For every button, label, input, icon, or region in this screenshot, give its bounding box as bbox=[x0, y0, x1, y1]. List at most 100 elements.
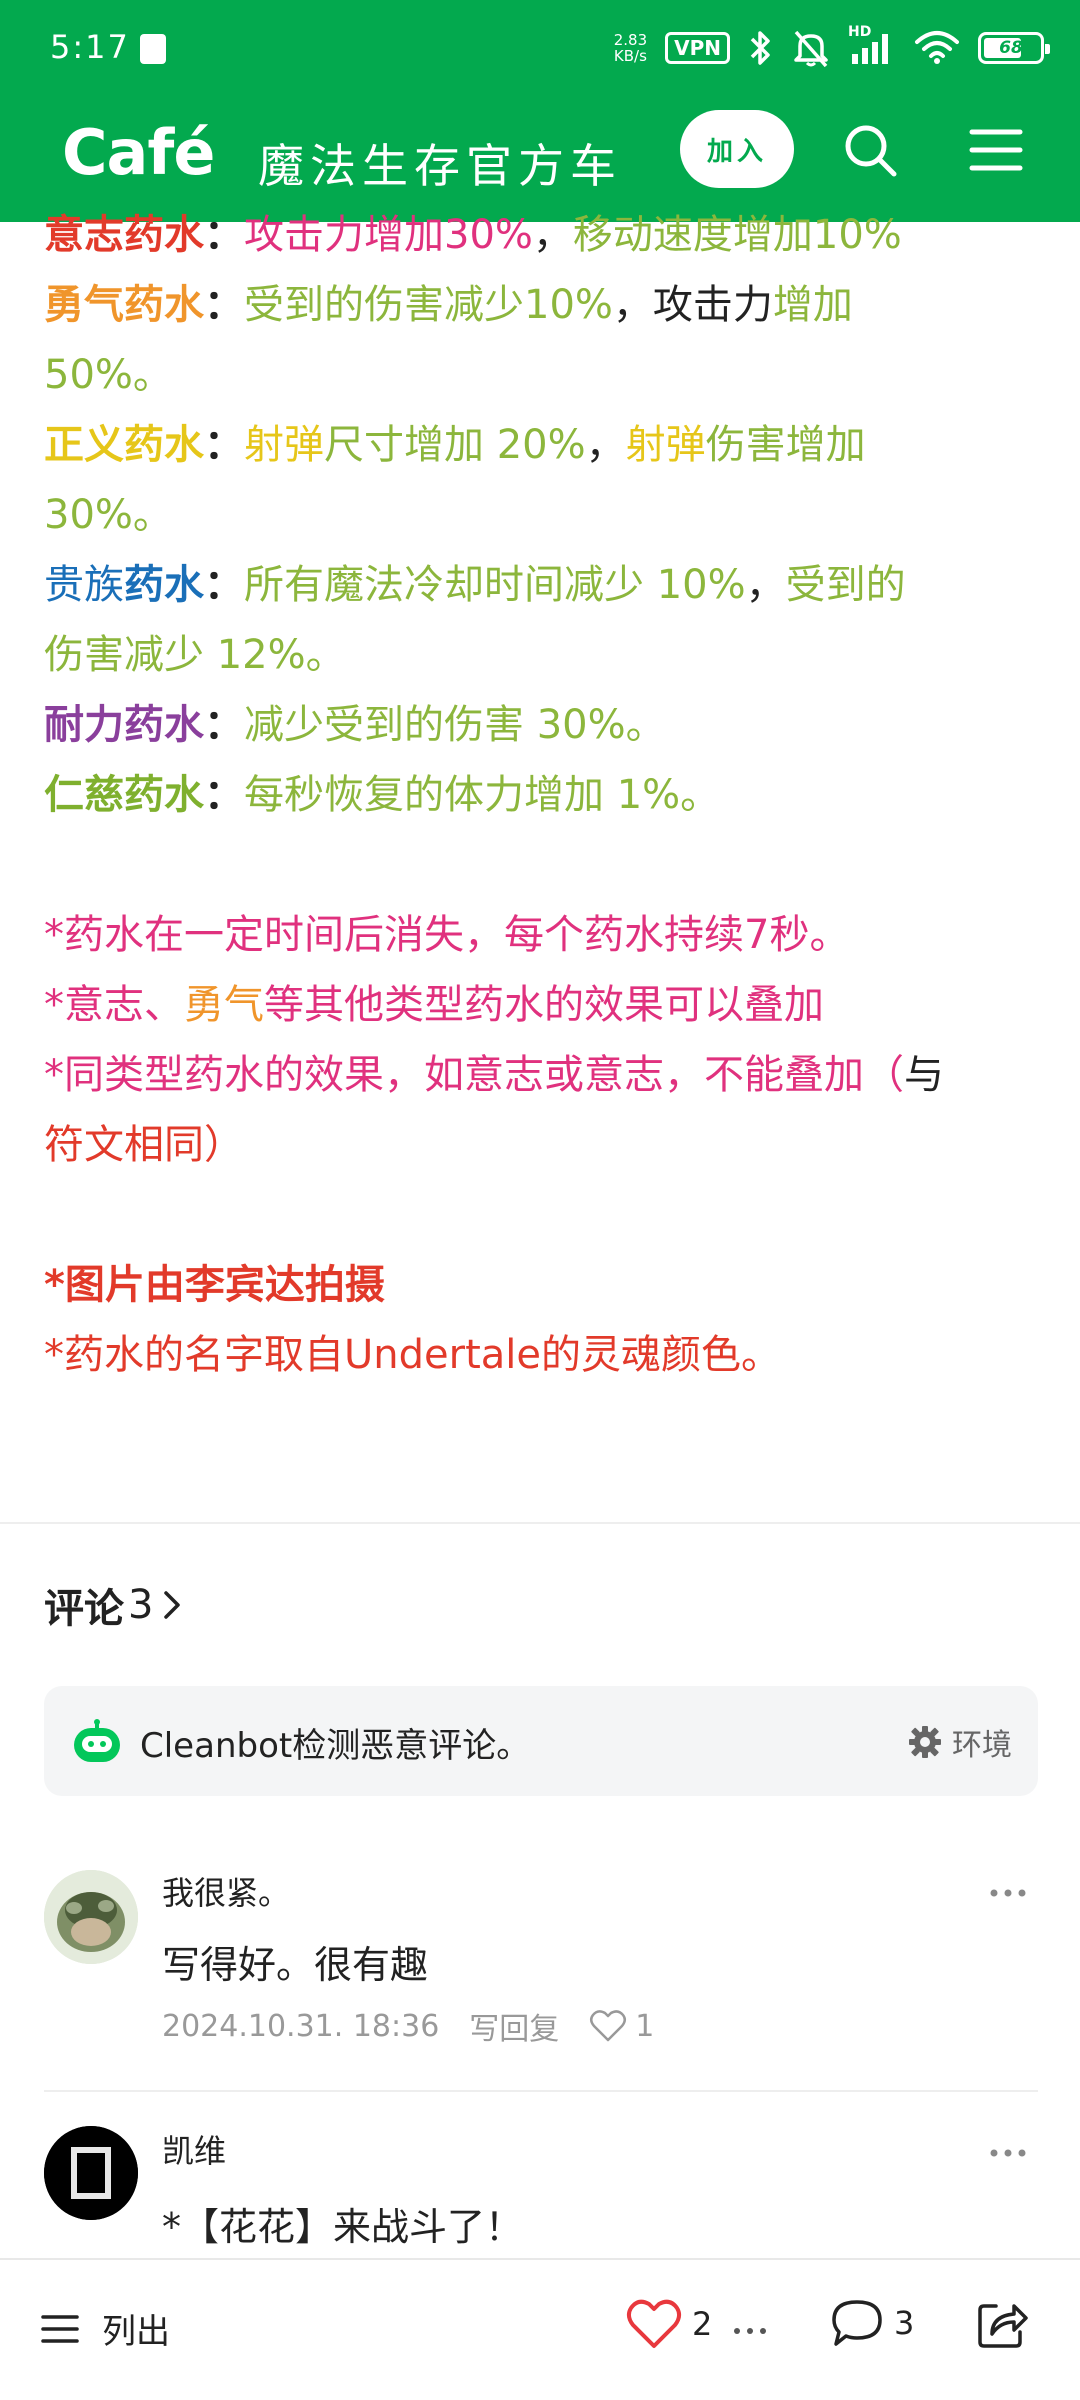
potion-effect: 伤害增加 bbox=[705, 422, 866, 468]
more-options-icon[interactable] bbox=[988, 1886, 1028, 1900]
potion-effect: 受到的 bbox=[785, 562, 906, 608]
cleanbot-robot-icon bbox=[74, 1719, 120, 1762]
bottom-toolbar: 列出 2 3 bbox=[0, 2258, 1080, 2400]
avatar[interactable] bbox=[44, 2126, 138, 2220]
cafe-logo[interactable]: Café bbox=[62, 116, 215, 189]
list-button[interactable]: 列出 bbox=[40, 2304, 170, 2353]
network-speed-value: 2.83 bbox=[613, 31, 648, 49]
potion-noble-line: 贵族药水：所有魔法冷却时间减少 10%，受到的 bbox=[44, 550, 906, 620]
top-header: 5:17 2.83 KB/s VPN HD 68 Café 魔法生存官方车 加入 bbox=[0, 0, 1080, 222]
battery-level: 68 bbox=[999, 38, 1023, 58]
note-duration: *药水在一定时间后消失，每个药水持续7秒。 bbox=[44, 912, 850, 958]
status-time: 5:17 bbox=[50, 28, 130, 66]
comment-item: 凯维 *【花花】来战斗了！ bbox=[44, 2126, 1038, 2256]
comment-divider bbox=[44, 2090, 1038, 2092]
cellular-signal-icon: HD bbox=[848, 24, 896, 66]
menu-icon[interactable] bbox=[968, 122, 1024, 178]
avatar[interactable] bbox=[44, 1870, 138, 1964]
comments-count: 3 bbox=[128, 1582, 154, 1628]
status-indicators: 2.83 KB/s VPN HD 68 bbox=[614, 24, 1050, 70]
separator: ， bbox=[612, 282, 653, 328]
sim-icon bbox=[140, 34, 166, 64]
chevron-right-icon bbox=[164, 1591, 181, 1619]
colon: ： bbox=[204, 422, 244, 468]
avatar-image bbox=[44, 2126, 138, 2220]
potion-effect: 每秒恢复的体力增加 1%。 bbox=[244, 772, 721, 818]
search-icon[interactable] bbox=[838, 118, 902, 182]
potion-effect: 攻击力 bbox=[652, 282, 773, 328]
comment-author[interactable]: 我很紧。 bbox=[162, 1868, 290, 1914]
potion-effect: 射弹 bbox=[625, 422, 706, 468]
cleanbot-text: Cleanbot检测恶意评论。 bbox=[140, 1726, 531, 1766]
separator: ， bbox=[745, 562, 786, 608]
comment-item: 我很紧。 写得好。很有趣 2024.10.31. 18:36 写回复 1 bbox=[44, 1864, 1038, 2074]
potion-effect: 移动速度增加10% bbox=[572, 212, 902, 258]
potion-endurance-line: 耐力药水：减少受到的伤害 30%。 bbox=[44, 690, 666, 760]
note-text: *意志、 bbox=[44, 982, 184, 1028]
list-icon bbox=[41, 2314, 79, 2343]
potion-noble-line-cont: 伤害减少 12%。 bbox=[44, 632, 346, 678]
potion-name: 药水 bbox=[124, 562, 204, 608]
potion-justice-line: 正义药水：射弹尺寸增加 20%，射弹伤害增加 bbox=[44, 410, 866, 480]
note-name-origin: *药水的名字取自Undertale的灵魂颜色。 bbox=[44, 1332, 781, 1378]
avatar-image bbox=[44, 1870, 138, 1964]
potion-name: 正义药水 bbox=[44, 422, 204, 468]
potion-name: 贵族 bbox=[44, 562, 124, 608]
comment-count: 3 bbox=[894, 2304, 915, 2342]
colon: ： bbox=[204, 702, 244, 748]
more-options-icon[interactable] bbox=[988, 2146, 1028, 2160]
comment-author[interactable]: 凯维 bbox=[162, 2126, 226, 2172]
bluetooth-icon bbox=[750, 31, 770, 65]
note-text: *同类型药水的效果，如意志或意志，不能叠加（ bbox=[44, 1052, 904, 1098]
gear-icon bbox=[909, 1726, 941, 1758]
potion-name: 意志药水 bbox=[44, 212, 204, 258]
heart-icon bbox=[626, 2299, 682, 2348]
comment-like-button[interactable]: 1 bbox=[589, 2009, 654, 2044]
potion-name: 仁慈药水 bbox=[44, 772, 204, 818]
potion-effect: 射弹 bbox=[244, 422, 324, 468]
wifi-icon bbox=[915, 31, 959, 64]
colon: ： bbox=[204, 282, 244, 328]
cafe-title[interactable]: 魔法生存官方车 bbox=[258, 130, 622, 196]
separator: ， bbox=[532, 212, 573, 258]
potion-courage-line: 勇气药水：受到的伤害减少10%，攻击力增加 bbox=[44, 270, 853, 340]
note-text: 勇气 bbox=[184, 982, 264, 1028]
potion-will-line: 意志药水：攻击力增加30%，移动速度增加10% bbox=[44, 200, 902, 270]
comment-like-count: 1 bbox=[635, 2008, 655, 2044]
comment-meta: 2024.10.31. 18:36 写回复 1 bbox=[162, 2004, 654, 2048]
potion-effect: 尺寸增加 20% bbox=[324, 422, 586, 468]
reply-button[interactable]: 写回复 bbox=[469, 2004, 559, 2048]
potion-effect: 所有魔法冷却时间减少 10% bbox=[244, 562, 746, 608]
colon: ： bbox=[204, 772, 244, 818]
join-button[interactable]: 加入 bbox=[680, 110, 794, 188]
network-speed: 2.83 KB/s bbox=[614, 32, 647, 64]
network-speed-unit: KB/s bbox=[613, 47, 647, 65]
share-icon[interactable] bbox=[974, 2296, 1030, 2352]
potion-effect: 增加 bbox=[772, 282, 853, 328]
note-text: 等其他类型药水的效果可以叠加 bbox=[264, 982, 824, 1028]
note-same-type-cont: 符文相同） bbox=[44, 1122, 244, 1168]
potion-courage-line-cont: 50%。 bbox=[44, 352, 173, 398]
section-divider bbox=[0, 1522, 1080, 1524]
potion-name: 耐力药水 bbox=[44, 702, 204, 748]
status-bar: 5:17 2.83 KB/s VPN HD 68 bbox=[0, 0, 1080, 96]
note-photo-credit: *图片由李宾达拍摄 bbox=[44, 1262, 385, 1308]
heart-icon bbox=[590, 2010, 627, 2042]
comment-button[interactable]: 3 bbox=[830, 2298, 914, 2348]
cleanbot-banner: Cleanbot检测恶意评论。 环境 bbox=[44, 1686, 1038, 1796]
potion-effect: 攻击力增加30% bbox=[244, 212, 533, 258]
potion-name: 勇气药水 bbox=[44, 282, 204, 328]
speech-bubble-icon bbox=[832, 2300, 882, 2346]
comment-text: 写得好。很有趣 bbox=[162, 1943, 429, 1987]
comments-header[interactable]: 评论 3 bbox=[44, 1576, 187, 1634]
colon: ： bbox=[204, 562, 244, 608]
potion-mercy-line: 仁慈药水：每秒恢复的体力增加 1%。 bbox=[44, 760, 720, 830]
like-count: 2 bbox=[692, 2305, 713, 2343]
cleanbot-settings-button[interactable]: 环境 bbox=[908, 1720, 1012, 1764]
like-button[interactable]: 2 bbox=[626, 2298, 712, 2350]
comments-title: 评论 bbox=[44, 1586, 124, 1632]
more-options-icon[interactable] bbox=[732, 2326, 768, 2336]
potion-effect: 减少受到的伤害 30%。 bbox=[244, 702, 666, 748]
list-label: 列出 bbox=[102, 2312, 170, 2352]
cleanbot-settings-label: 环境 bbox=[952, 1728, 1012, 1763]
